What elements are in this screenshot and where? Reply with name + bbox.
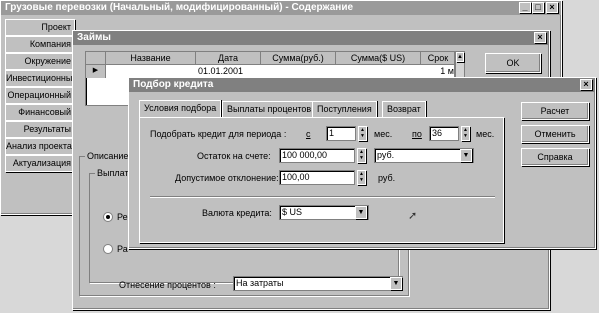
- column-header-term[interactable]: Срок: [421, 52, 454, 65]
- sidebar-item-project[interactable]: Проект: [5, 19, 75, 36]
- balance-currency-select[interactable]: руб.: [374, 148, 474, 163]
- chevron-down-icon[interactable]: ▼: [390, 277, 402, 290]
- interest-select[interactable]: На затраты: [233, 276, 403, 291]
- radio-option-1-label: Ре: [117, 212, 128, 222]
- mouse-cursor-icon: ➚: [408, 210, 418, 222]
- deviation-label: Допустимое отклонение:: [175, 173, 279, 183]
- credit-dialog: Подбор кредита × Условия подбора Выплаты…: [128, 77, 596, 249]
- cancel-button[interactable]: Отменить: [521, 125, 589, 143]
- from-unit-label: мес.: [374, 129, 393, 139]
- loans-window-title: Займы ×: [73, 31, 549, 45]
- sidebar-item-update[interactable]: Актуализация: [5, 155, 75, 172]
- sidebar-item-investment[interactable]: Инвестиционный: [5, 70, 75, 87]
- sidebar-item-environment[interactable]: Окружение: [5, 53, 75, 70]
- close-icon[interactable]: ×: [580, 79, 592, 90]
- to-label: по: [412, 129, 422, 139]
- column-header-date[interactable]: Дата: [196, 52, 261, 65]
- credit-dialog-title-text: Подбор кредита: [133, 79, 214, 90]
- deviation-unit-label: руб.: [378, 173, 396, 183]
- tab-interest-payments[interactable]: Выплаты процентов: [222, 101, 317, 117]
- tab-strip: Условия подбора Выплаты процентов Поступ…: [139, 100, 499, 117]
- main-window-title-text: Грузовые перевозки (Начальный, модифицир…: [5, 2, 354, 13]
- credit-dialog-title: Подбор кредита ×: [129, 78, 595, 92]
- sidebar-item-analysis[interactable]: Анализ проекта: [5, 138, 75, 155]
- minimize-icon[interactable]: _: [519, 2, 531, 13]
- radio-option-2[interactable]: [103, 244, 113, 254]
- maximize-icon[interactable]: □: [532, 2, 544, 13]
- to-unit-label: мес.: [476, 129, 495, 139]
- currency-label: Валюта кредита:: [202, 208, 272, 218]
- from-stepper[interactable]: ▲ ▼: [358, 126, 367, 141]
- column-header-sum-rub[interactable]: Сумма(руб.): [261, 52, 336, 65]
- tab-panel: Подобрать кредит для периода : с 1 ▲ ▼ ме…: [139, 117, 504, 243]
- sidebar-item-results[interactable]: Результаты: [5, 121, 75, 138]
- help-button[interactable]: Справка: [521, 148, 589, 166]
- chevron-down-icon[interactable]: ▼: [460, 149, 472, 162]
- tab-conditions[interactable]: Условия подбора: [139, 100, 222, 117]
- balance-label: Остаток на счете:: [197, 151, 271, 161]
- main-window-title: Грузовые перевозки (Начальный, модифицир…: [1, 1, 561, 15]
- balance-stepper[interactable]: ▲ ▼: [357, 148, 366, 163]
- cell-term[interactable]: 1 м: [423, 65, 454, 77]
- cell-date[interactable]: 01.01.2001: [198, 65, 261, 77]
- tab-repayment[interactable]: Возврат: [382, 101, 426, 117]
- period-label: Подобрать кредит для периода :: [150, 129, 287, 139]
- close-icon[interactable]: ×: [546, 2, 558, 13]
- sidebar-item-financial[interactable]: Финансовый: [5, 104, 75, 121]
- deviation-stepper[interactable]: ▲ ▼: [357, 170, 366, 185]
- divider: [150, 196, 495, 198]
- sidebar-item-operational[interactable]: Операционный: [5, 87, 75, 104]
- grid-corner: [86, 52, 106, 65]
- scroll-up-icon[interactable]: ▲: [456, 52, 464, 62]
- loans-window-title-text: Займы: [77, 32, 111, 43]
- radio-option-2-label: Ра: [117, 244, 128, 254]
- sidebar-item-company[interactable]: Компания: [5, 36, 75, 53]
- column-header-name[interactable]: Название: [106, 52, 196, 65]
- ok-button[interactable]: OK: [485, 53, 541, 73]
- deviation-input[interactable]: 100,00: [279, 170, 355, 185]
- radio-option-1[interactable]: [103, 212, 113, 222]
- to-period-input[interactable]: 36: [429, 126, 459, 141]
- balance-input[interactable]: 100 000,00: [279, 148, 355, 163]
- interest-label: Отнесение процентов :: [119, 280, 216, 290]
- tab-receipts[interactable]: Поступления: [312, 101, 377, 117]
- column-header-sum-usd[interactable]: Сумма($ US): [336, 52, 421, 65]
- from-period-input[interactable]: 1: [326, 126, 356, 141]
- close-icon[interactable]: ×: [534, 32, 546, 43]
- description-label: Описание: [85, 151, 131, 161]
- calculate-button[interactable]: Расчет: [521, 102, 589, 120]
- chevron-down-icon[interactable]: ▼: [355, 206, 367, 219]
- from-label: с: [306, 129, 311, 139]
- to-stepper[interactable]: ▲ ▼: [461, 126, 470, 141]
- row-indicator-icon: ▶: [86, 65, 106, 78]
